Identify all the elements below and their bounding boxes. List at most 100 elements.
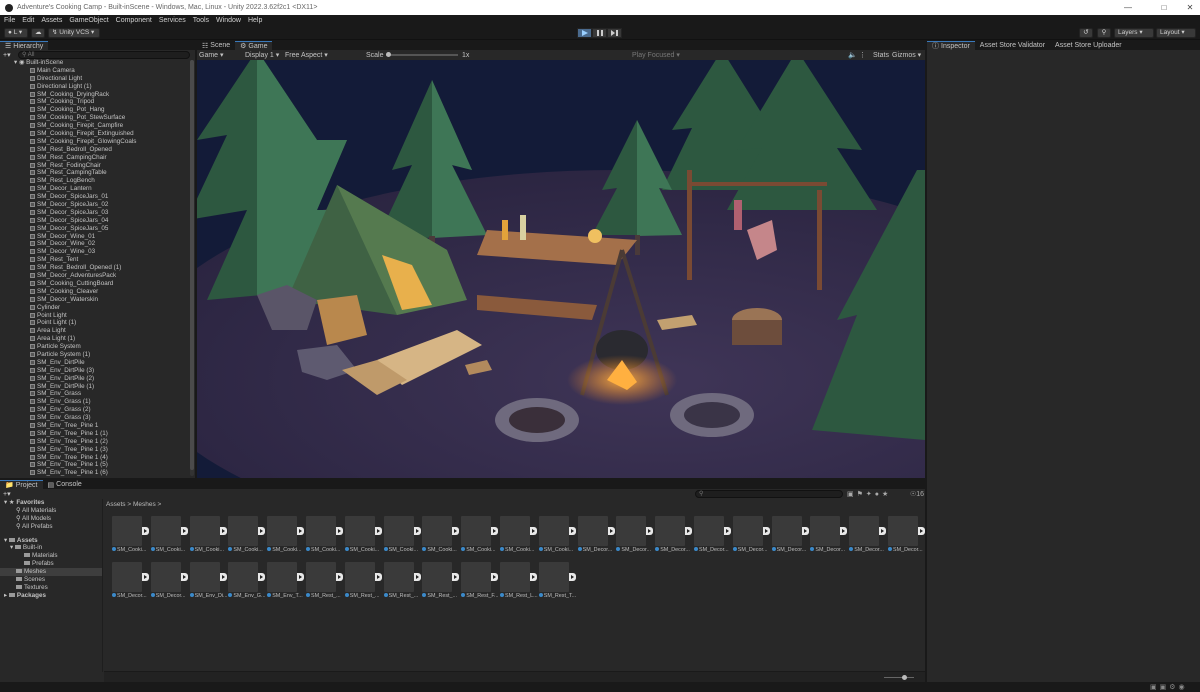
expand-arrow-icon[interactable]	[646, 527, 654, 535]
history-icon[interactable]: ↺	[1079, 28, 1093, 38]
expand-arrow-icon[interactable]	[568, 527, 576, 535]
tab-hierarchy[interactable]: ☰ Hierarchy	[0, 41, 49, 50]
play-focused-dropdown[interactable]: Play Focused ▾	[632, 51, 680, 59]
hierarchy-item[interactable]: SM_Env_Grass	[0, 390, 190, 398]
expand-arrow-icon[interactable]	[336, 573, 343, 581]
hierarchy-item[interactable]: SM_Env_Tree_Pine 1 (6)	[0, 469, 190, 477]
hierarchy-item[interactable]: SM_Env_Tree_Pine 1	[0, 422, 190, 430]
hierarchy-item[interactable]: Directional Light	[0, 75, 190, 83]
asset-tile[interactable]: SM_Decor...	[771, 516, 809, 556]
asset-tile[interactable]: SM_Decor...	[694, 516, 731, 556]
asset-tile[interactable]: SM_Decor...	[112, 562, 149, 602]
expand-arrow-icon[interactable]	[180, 527, 188, 535]
menu-help[interactable]: Help	[248, 17, 262, 24]
menu-window[interactable]: Window	[216, 17, 241, 24]
expand-arrow-icon[interactable]	[258, 573, 266, 581]
asset-tile[interactable]: SM_Rest_...	[306, 562, 343, 602]
expand-arrow-icon[interactable]	[607, 527, 615, 535]
hierarchy-item[interactable]: SM_Cooking_Tripod	[0, 98, 190, 106]
hierarchy-item[interactable]: SM_Decor_SpiceJars_02	[0, 201, 190, 209]
hierarchy-item[interactable]: Particle System (1)	[0, 351, 190, 359]
asset-tile[interactable]: SM_Rest_T...	[538, 562, 576, 602]
materials-folder[interactable]: Materials	[0, 552, 102, 560]
maximize-icon[interactable]: □	[1154, 0, 1174, 15]
stats-button[interactable]: Stats	[873, 52, 889, 59]
game-viewport[interactable]	[197, 60, 925, 478]
layout-dropdown[interactable]: Layout ▾	[1156, 28, 1196, 38]
hierarchy-item[interactable]: SM_Rest_CampingTable	[0, 169, 190, 177]
expand-arrow-icon[interactable]	[491, 573, 499, 581]
asset-tile[interactable]: SM_Decor...	[150, 562, 188, 602]
expand-arrow-icon[interactable]	[452, 573, 460, 581]
expand-arrow-icon[interactable]	[801, 527, 809, 535]
hierarchy-item[interactable]: Main Camera	[0, 67, 190, 75]
expand-arrow-icon[interactable]	[413, 527, 421, 535]
tab-inspector[interactable]: ⓘ Inspector	[927, 41, 975, 50]
tab-console[interactable]: ▤ Console	[42, 480, 87, 489]
favorites-row[interactable]: ▾ ★ Favorites	[0, 499, 102, 507]
expand-arrow-icon[interactable]	[762, 527, 770, 535]
asset-tile[interactable]: SM_Cooki...	[112, 516, 149, 556]
hierarchy-item[interactable]: Particle System	[0, 343, 190, 351]
asset-tile[interactable]: SM_Cooki...	[383, 516, 421, 556]
fav-all-materials[interactable]: ⚲ All Materials	[0, 507, 102, 515]
expand-arrow-icon[interactable]	[413, 573, 421, 581]
expand-arrow-icon[interactable]	[685, 527, 693, 535]
fav-all-prefabs[interactable]: ⚲ All Prefabs	[0, 523, 102, 531]
prefabs-folder[interactable]: Prefabs	[0, 560, 102, 568]
scale-slider[interactable]	[386, 52, 458, 57]
hierarchy-scrollbar[interactable]	[190, 60, 194, 476]
hierarchy-item[interactable]: SM_Cooking_DryingRack	[0, 91, 190, 99]
hierarchy-item[interactable]: Area Light	[0, 327, 190, 335]
asset-tile[interactable]: SM_Cooki...	[538, 516, 576, 556]
pause-button[interactable]	[592, 28, 607, 38]
hierarchy-item[interactable]: SM_Decor_Waterskin	[0, 296, 190, 304]
hierarchy-item[interactable]: SM_Env_Tree_Pine 1 (5)	[0, 461, 190, 469]
project-search-input[interactable]: ⚲	[695, 490, 843, 498]
asset-tile[interactable]: SM_Cooki...	[422, 516, 460, 556]
expand-arrow-icon[interactable]	[491, 527, 499, 535]
asset-tile[interactable]: SM_Decor...	[732, 516, 770, 556]
hierarchy-item[interactable]: SM_Rest_LogBench	[0, 177, 190, 185]
game-view-dropdown[interactable]: Game ▾	[199, 51, 224, 59]
asset-tile[interactable]: SM_Decor...	[577, 516, 615, 556]
tab-project[interactable]: 📁 Project	[0, 480, 43, 489]
search-icon[interactable]: ⚲	[1097, 28, 1111, 38]
aspect-dropdown[interactable]: Free Aspect ▾	[285, 51, 328, 59]
menu-file[interactable]: File	[4, 17, 15, 24]
hierarchy-item[interactable]: SM_Cooking_Firepit_GlowingCoals	[0, 138, 190, 146]
breadcrumb-meshes[interactable]: Meshes	[133, 501, 156, 508]
hierarchy-item[interactable]: SM_Env_Tree_Pine 1 (2)	[0, 438, 190, 446]
gizmos-dropdown[interactable]: Gizmos ▾	[892, 51, 921, 59]
packages-row[interactable]: ▸ Packages	[0, 592, 102, 600]
asset-tile[interactable]: SM_Decor...	[810, 516, 848, 556]
menu-component[interactable]: Component	[116, 17, 152, 24]
close-icon[interactable]: ✕	[1180, 0, 1200, 15]
asset-tile[interactable]: SM_Env_T...	[267, 562, 305, 602]
tab-game[interactable]: ⚙ Game	[235, 41, 273, 50]
step-button[interactable]	[607, 28, 622, 38]
asset-tile[interactable]: SM_Cooki...	[267, 516, 305, 556]
menu-gameobject[interactable]: GameObject	[69, 17, 108, 24]
expand-arrow-icon[interactable]	[568, 573, 576, 581]
project-add-icon[interactable]: +▾	[3, 490, 11, 498]
asset-tile[interactable]: SM_Rest_...	[344, 562, 382, 602]
hierarchy-item[interactable]: SM_Rest_Tent	[0, 256, 190, 264]
expand-arrow-icon[interactable]	[219, 527, 227, 535]
hierarchy-item[interactable]: SM_Cooking_Firepit_Campfire	[0, 122, 190, 130]
hierarchy-item[interactable]: SM_Decor_SpiceJars_05	[0, 225, 190, 233]
textures-folder[interactable]: Textures	[0, 584, 102, 592]
asset-tile[interactable]: SM_Cooki...	[461, 516, 499, 556]
hierarchy-item[interactable]: Point Light (1)	[0, 319, 190, 327]
hierarchy-item[interactable]: SM_Cooking_Pot_StewSurface	[0, 114, 190, 122]
expand-arrow-icon[interactable]	[918, 527, 925, 535]
hierarchy-item[interactable]: SM_Env_Tree_Pine 1 (1)	[0, 430, 190, 438]
hierarchy-item[interactable]: SM_Env_Grass (1)	[0, 398, 190, 406]
expand-arrow-icon[interactable]	[258, 527, 266, 535]
hierarchy-item[interactable]: SM_Decor_SpiceJars_03	[0, 209, 190, 217]
asset-tile[interactable]: SM_Rest_F...	[461, 562, 499, 602]
audio-icon[interactable]: 🔈	[848, 51, 857, 59]
breadcrumb-assets[interactable]: Assets	[106, 501, 126, 508]
hierarchy-item[interactable]: SM_Decor_Wine_01	[0, 233, 190, 241]
hierarchy-item[interactable]: Cylinder	[0, 304, 190, 312]
